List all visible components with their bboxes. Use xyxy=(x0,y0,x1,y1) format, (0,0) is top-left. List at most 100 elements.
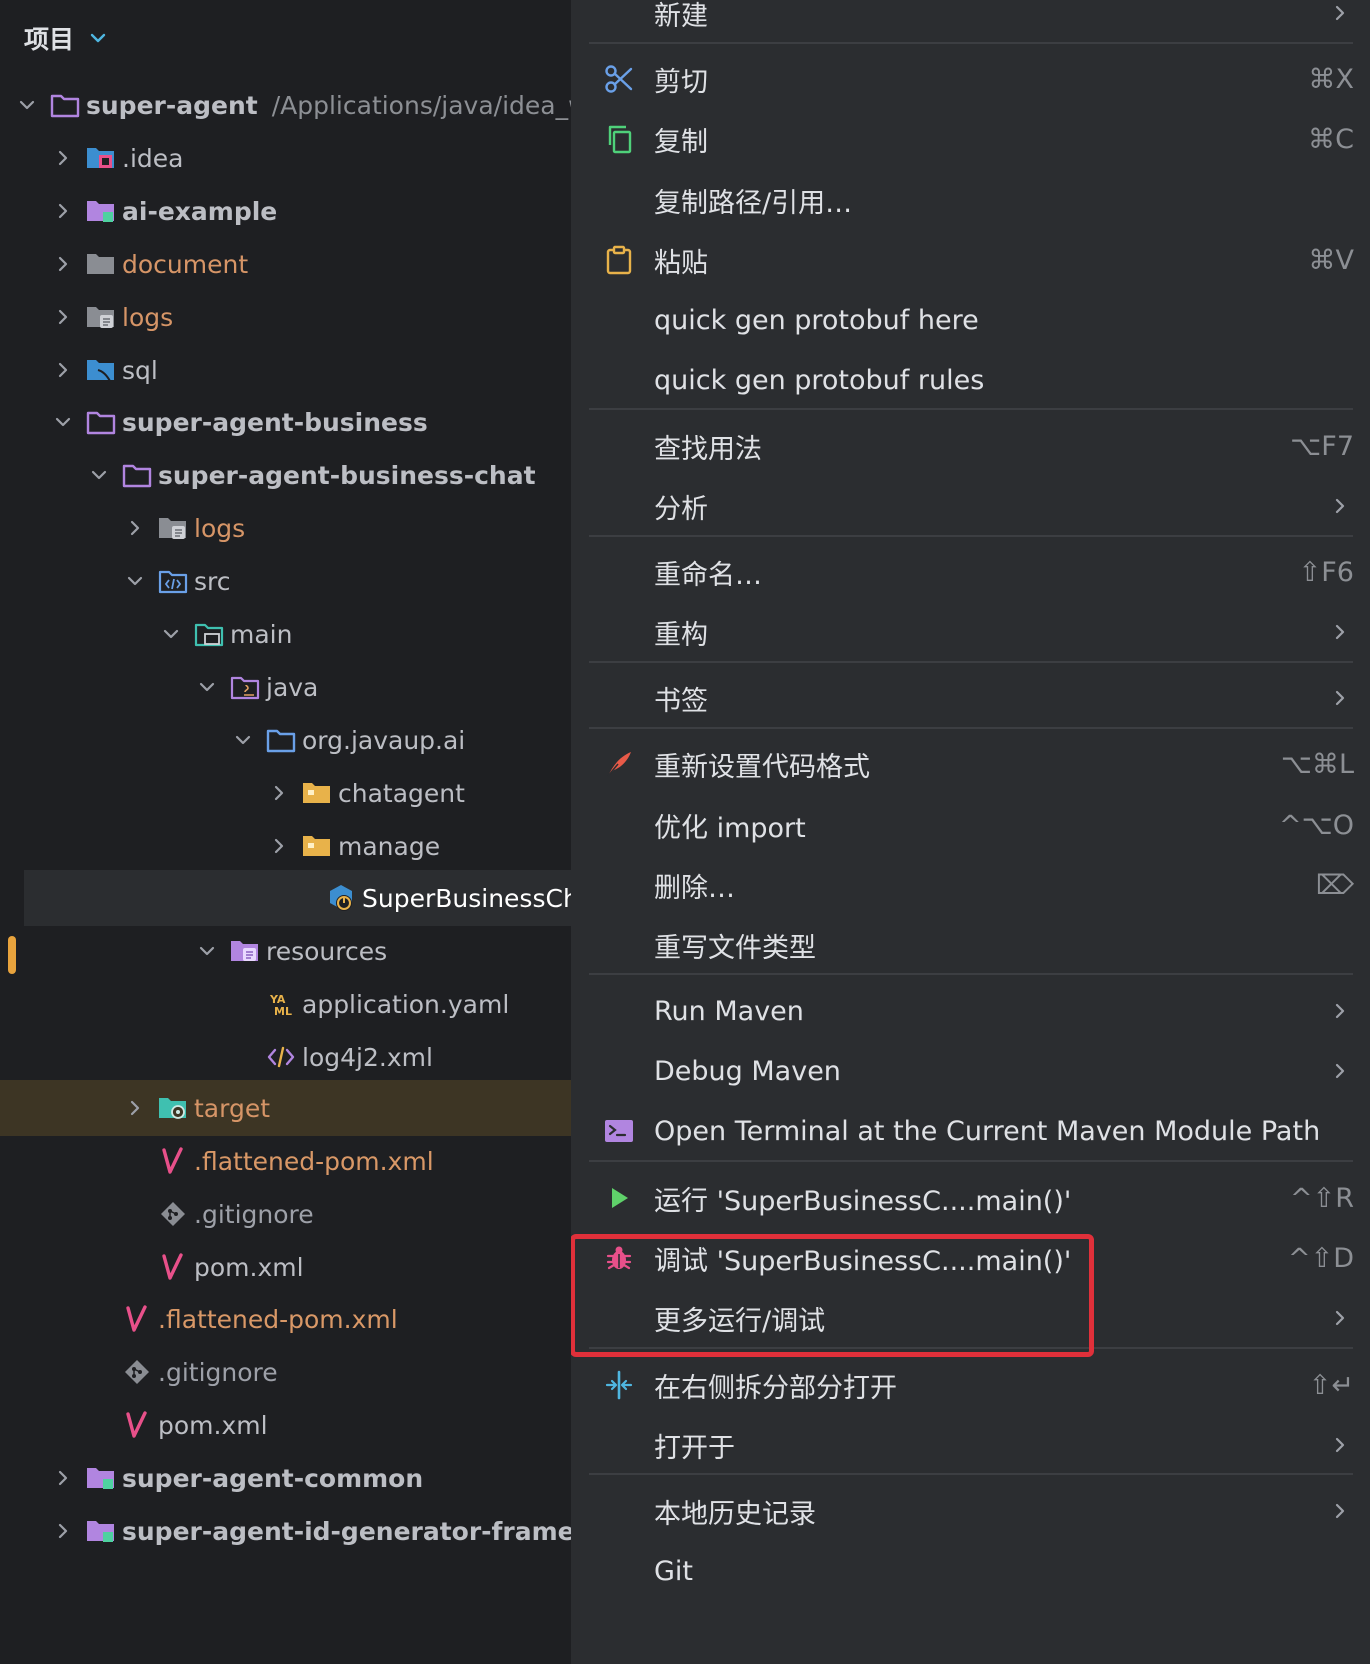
tree-item-log4j2-xml[interactable]: log4j2.xml xyxy=(0,1029,571,1085)
tree-item-logs[interactable]: logs xyxy=(0,289,571,345)
tree-item-label: application.yaml xyxy=(302,989,510,1019)
menu-separator xyxy=(589,727,1353,729)
menu-item-reformat-code[interactable]: 重新设置代码格式 ⌥⌘L xyxy=(571,732,1370,796)
tree-item-super-business-chat[interactable]: SuperBusinessChat xyxy=(24,870,571,926)
menu-item-debug-maven[interactable]: Debug Maven xyxy=(571,1039,1370,1103)
tree-item-target[interactable]: target xyxy=(0,1080,571,1136)
tree-item-super-agent[interactable]: super-agent /Applications/java/idea_wo xyxy=(0,77,571,133)
menu-item-open-in[interactable]: 打开于 xyxy=(571,1413,1370,1477)
menu-item-optimize-imports[interactable]: 优化 import ^⌥O xyxy=(571,793,1370,857)
tree-item-label: src xyxy=(194,566,231,596)
menu-item-more-run-debug[interactable]: 更多运行/调试 xyxy=(571,1286,1370,1350)
menu-item-quick-gen-protobuf-here[interactable]: quick gen protobuf here xyxy=(571,288,1370,352)
chevron-down-icon[interactable] xyxy=(84,24,112,52)
menu-item-new[interactable]: 新建 xyxy=(571,0,1370,45)
tree-item-pom[interactable]: pom.xml xyxy=(0,1239,571,1295)
menu-item-label: 复制路径/引用… xyxy=(654,187,853,219)
menu-item-debug-main[interactable]: 调试 'SuperBusinessC....main()' ^⇧D xyxy=(571,1226,1370,1290)
chevron-down-icon[interactable] xyxy=(122,568,148,594)
tree-item-super-agent-business-chat[interactable]: super-agent-business-chat xyxy=(0,447,571,503)
menu-item-override-file-type[interactable]: 重写文件类型 xyxy=(571,913,1370,977)
tree-item-manage[interactable]: manage xyxy=(0,818,571,874)
tree-item-gitignore-root[interactable]: .gitignore xyxy=(0,1344,571,1400)
menu-item-run-main[interactable]: 运行 'SuperBusinessC....main()' ^⇧R xyxy=(571,1166,1370,1230)
tree-item-super-agent-id-generator[interactable]: super-agent-id-generator-framewo xyxy=(0,1503,571,1559)
tree-item-super-agent-common[interactable]: super-agent-common xyxy=(0,1450,571,1506)
tree-item-gitignore[interactable]: .gitignore xyxy=(0,1186,571,1242)
tree-item-resources[interactable]: resources xyxy=(0,923,571,979)
chevron-down-icon[interactable] xyxy=(14,92,40,118)
chevron-down-icon[interactable] xyxy=(158,621,184,647)
tree-item-src[interactable]: src xyxy=(0,553,571,609)
module-folder-icon xyxy=(86,196,116,226)
chevron-right-icon[interactable] xyxy=(266,780,292,806)
chevron-down-icon[interactable] xyxy=(194,674,220,700)
chevron-right-icon[interactable] xyxy=(50,357,76,383)
tree-item-pom-root[interactable]: pom.xml xyxy=(0,1397,571,1453)
project-view-selector[interactable]: 项目 xyxy=(24,20,112,56)
chevron-down-icon[interactable] xyxy=(194,938,220,964)
menu-item-shortcut: ⌘C xyxy=(1308,123,1354,155)
copy-icon xyxy=(601,121,637,157)
tree-item-application-yaml[interactable]: YA ML application.yaml xyxy=(0,976,571,1032)
tree-item-main[interactable]: main xyxy=(0,606,571,662)
menu-item-label: 重新设置代码格式 xyxy=(654,751,870,783)
folder-icon xyxy=(302,778,332,808)
tree-item-ai-example[interactable]: ai-example xyxy=(0,183,571,239)
menu-item-bookmarks[interactable]: 书签 xyxy=(571,666,1370,730)
chevron-down-icon[interactable] xyxy=(86,462,112,488)
menu-item-shortcut: ⌘V xyxy=(1308,244,1354,276)
module-folder-icon xyxy=(86,1516,116,1546)
chevron-right-icon[interactable] xyxy=(50,1518,76,1544)
menu-item-label: 重写文件类型 xyxy=(654,932,816,964)
chevron-down-icon[interactable] xyxy=(230,727,256,753)
package-icon xyxy=(266,725,296,755)
chevron-right-icon xyxy=(1326,1057,1354,1085)
menu-item-run-maven[interactable]: Run Maven xyxy=(571,979,1370,1043)
menu-item-open-terminal[interactable]: Open Terminal at the Current Maven Modul… xyxy=(571,1099,1370,1163)
tree-item-java[interactable]: java xyxy=(0,659,571,715)
tree-item-org-javaup-ai[interactable]: org.javaup.ai xyxy=(0,712,571,768)
menu-item-local-history[interactable]: 本地历史记录 xyxy=(571,1479,1370,1543)
tree-item-flattened-pom-root[interactable]: .flattened-pom.xml xyxy=(0,1291,571,1347)
tree-item-document[interactable]: document xyxy=(0,236,571,292)
tree-item-label: .idea xyxy=(122,143,184,173)
menu-item-copy-path[interactable]: 复制路径/引用… xyxy=(571,168,1370,232)
menu-item-git[interactable]: Git xyxy=(571,1539,1370,1603)
menu-item-copy[interactable]: 复制 ⌘C xyxy=(571,107,1370,171)
menu-item-rename[interactable]: 重命名… ⇧F6 xyxy=(571,540,1370,604)
tree-item-chatagent[interactable]: chatagent xyxy=(0,765,571,821)
git-file-icon xyxy=(158,1199,188,1229)
menu-item-find-usages[interactable]: 查找用法 ⌥F7 xyxy=(571,414,1370,478)
chevron-right-icon[interactable] xyxy=(50,304,76,330)
chevron-right-icon xyxy=(1326,1431,1354,1459)
menu-item-open-split-right[interactable]: 在右侧拆分部分打开 ⇧↵ xyxy=(571,1353,1370,1417)
chevron-right-icon[interactable] xyxy=(50,251,76,277)
tree-item-label: chatagent xyxy=(338,778,465,808)
tree-item-sql[interactable]: sql xyxy=(0,342,571,398)
chevron-right-icon[interactable] xyxy=(50,145,76,171)
chevron-right-icon[interactable] xyxy=(50,198,76,224)
chevron-right-icon[interactable] xyxy=(266,833,292,859)
menu-item-analyze[interactable]: 分析 xyxy=(571,474,1370,538)
tree-item-label: sql xyxy=(122,355,158,385)
menu-item-delete[interactable]: 删除… ⌦ xyxy=(571,853,1370,917)
tree-item-idea[interactable]: .idea xyxy=(0,130,571,186)
chevron-right-icon[interactable] xyxy=(122,515,148,541)
tree-item-label: log4j2.xml xyxy=(302,1042,433,1072)
tree-item-label: logs xyxy=(122,302,174,332)
folder-icon xyxy=(302,831,332,861)
menu-item-refactor[interactable]: 重构 xyxy=(571,600,1370,664)
chevron-right-icon[interactable] xyxy=(50,1465,76,1491)
chevron-down-icon[interactable] xyxy=(50,409,76,435)
menu-item-label: 更多运行/调试 xyxy=(654,1305,826,1337)
tree-item-super-agent-business[interactable]: super-agent-business xyxy=(0,394,571,450)
tree-item-flattened-pom[interactable]: .flattened-pom.xml xyxy=(0,1133,571,1189)
menu-separator xyxy=(589,1347,1353,1349)
chevron-right-icon xyxy=(1326,997,1354,1025)
chevron-right-icon[interactable] xyxy=(122,1095,148,1121)
menu-item-paste[interactable]: 粘贴 ⌘V xyxy=(571,228,1370,292)
menu-item-quick-gen-protobuf-rules[interactable]: quick gen protobuf rules xyxy=(571,348,1370,412)
tree-item-logs-nested[interactable]: logs xyxy=(0,500,571,556)
menu-item-cut[interactable]: 剪切 ⌘X xyxy=(571,47,1370,111)
